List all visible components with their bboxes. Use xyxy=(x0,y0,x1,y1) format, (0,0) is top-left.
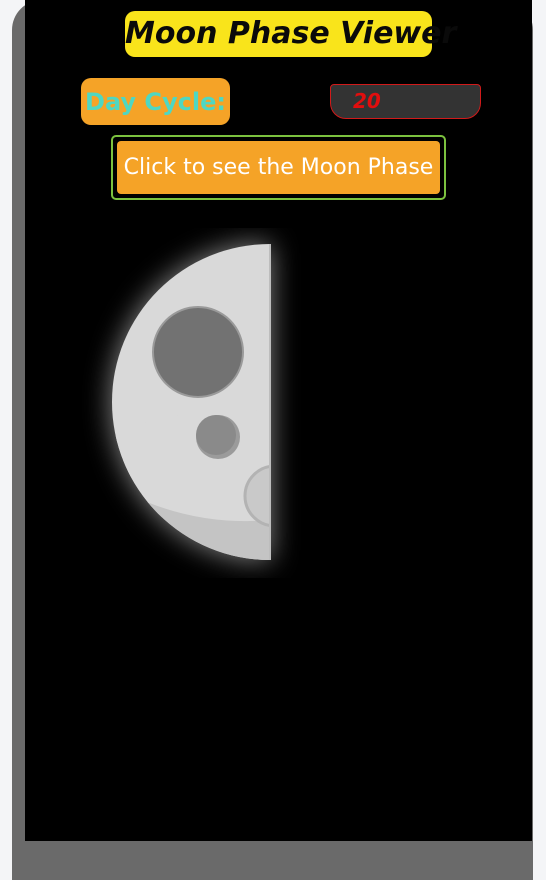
half-moon-icon xyxy=(112,244,271,560)
moon-phase-button-outline: Click to see the Moon Phase xyxy=(111,135,446,200)
see-moon-phase-button[interactable]: Click to see the Moon Phase xyxy=(117,141,440,194)
page-title: Moon Phase Viewer xyxy=(125,11,456,57)
day-cycle-label: Day Cycle: xyxy=(81,78,230,125)
day-cycle-input[interactable] xyxy=(330,84,481,119)
